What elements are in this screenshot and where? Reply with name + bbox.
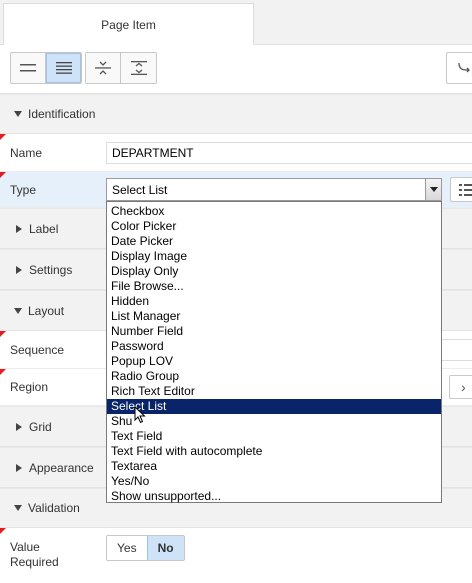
type-option[interactable]: Color Picker <box>107 219 441 234</box>
collapse-all-icon <box>95 61 111 75</box>
section-title: Appearance <box>29 460 94 475</box>
type-option[interactable]: Yes/No <box>107 474 441 489</box>
list-icon <box>459 184 472 196</box>
region-next-button[interactable]: › <box>449 375 472 399</box>
dropdown-arrow-icon[interactable] <box>425 179 441 200</box>
yes-option[interactable]: Yes <box>107 536 147 560</box>
type-option-selected[interactable]: Select List <box>107 399 441 414</box>
collapse-triangle-icon <box>14 505 22 511</box>
go-to-button[interactable] <box>446 52 472 84</box>
tab-page-item-label: Page Item <box>101 18 156 32</box>
type-option[interactable]: Date Picker <box>107 234 441 249</box>
type-label: Type <box>10 183 37 197</box>
required-marker <box>0 528 6 534</box>
type-option[interactable]: Shu <box>107 414 441 429</box>
type-select[interactable]: Select List <box>106 178 442 201</box>
type-option[interactable]: Hidden <box>107 294 441 309</box>
type-option[interactable]: Checkbox <box>107 204 441 219</box>
type-list-button[interactable] <box>450 177 472 202</box>
type-options-list: Checkbox Color Picker Date Picker Displa… <box>106 201 442 503</box>
expand-triangle-icon <box>16 224 22 233</box>
expand-collapse-group <box>85 52 157 84</box>
name-label: Name <box>10 146 43 160</box>
type-option[interactable]: Display Only <box>107 264 441 279</box>
type-select-value: Select List <box>112 183 168 197</box>
required-marker <box>0 172 6 178</box>
type-option[interactable]: Radio Group <box>107 369 441 384</box>
value-required-toggle: Yes No <box>106 535 185 561</box>
type-option[interactable]: Text Field <box>107 429 441 444</box>
mouse-cursor-icon <box>134 406 146 424</box>
expand-all-icon <box>130 61 147 75</box>
show-all-button[interactable] <box>46 53 81 83</box>
type-option[interactable]: File Browse... <box>107 279 441 294</box>
chevron-right-icon: › <box>461 379 466 395</box>
section-title: Identification <box>28 107 96 121</box>
region-label: Region <box>10 380 49 394</box>
expand-triangle-icon <box>16 422 22 431</box>
type-option[interactable]: Popup LOV <box>107 354 441 369</box>
section-title: Label <box>29 221 59 236</box>
expand-triangle-icon <box>16 463 22 472</box>
section-title: Grid <box>29 419 52 434</box>
type-option[interactable]: Rich Text Editor <box>107 384 441 399</box>
toolbar <box>0 45 472 94</box>
collapse-triangle-icon <box>14 111 22 117</box>
value-required-label: Value Required <box>10 540 59 569</box>
expand-all-button[interactable] <box>121 53 156 83</box>
type-option[interactable]: List Manager <box>107 309 441 324</box>
show-common-button[interactable] <box>11 53 46 83</box>
required-marker <box>0 134 6 140</box>
dense-lines-icon <box>55 62 72 74</box>
type-option[interactable]: Number Field <box>107 324 441 339</box>
collapse-triangle-icon <box>14 307 22 314</box>
expand-triangle-icon <box>16 265 22 274</box>
type-option[interactable]: Display Image <box>107 249 441 264</box>
required-marker <box>0 369 6 375</box>
sequence-label: Sequence <box>10 343 65 357</box>
type-option[interactable]: Password <box>107 339 441 354</box>
required-marker <box>0 331 6 337</box>
section-identification[interactable]: Identification <box>0 94 472 134</box>
type-option[interactable]: Text Field with autocomplete <box>107 444 441 459</box>
display-mode-group <box>10 52 82 84</box>
section-title: Layout <box>28 303 65 318</box>
tab-page-item[interactable]: Page Item <box>3 3 254 46</box>
name-input[interactable]: DEPARTMENT <box>106 142 472 164</box>
tab-bar: Page Item <box>0 0 472 46</box>
type-option[interactable]: Textarea <box>107 459 441 474</box>
section-title: Validation <box>28 501 80 515</box>
type-option[interactable]: Show unsupported... <box>107 489 441 504</box>
section-title: Settings <box>29 262 73 277</box>
go-to-icon <box>458 62 470 73</box>
collapse-all-button[interactable] <box>86 53 121 83</box>
no-option[interactable]: No <box>146 536 184 560</box>
name-row: Name DEPARTMENT <box>0 134 472 172</box>
value-required-row: Value Required <box>0 528 472 583</box>
lines-icon <box>20 64 36 72</box>
